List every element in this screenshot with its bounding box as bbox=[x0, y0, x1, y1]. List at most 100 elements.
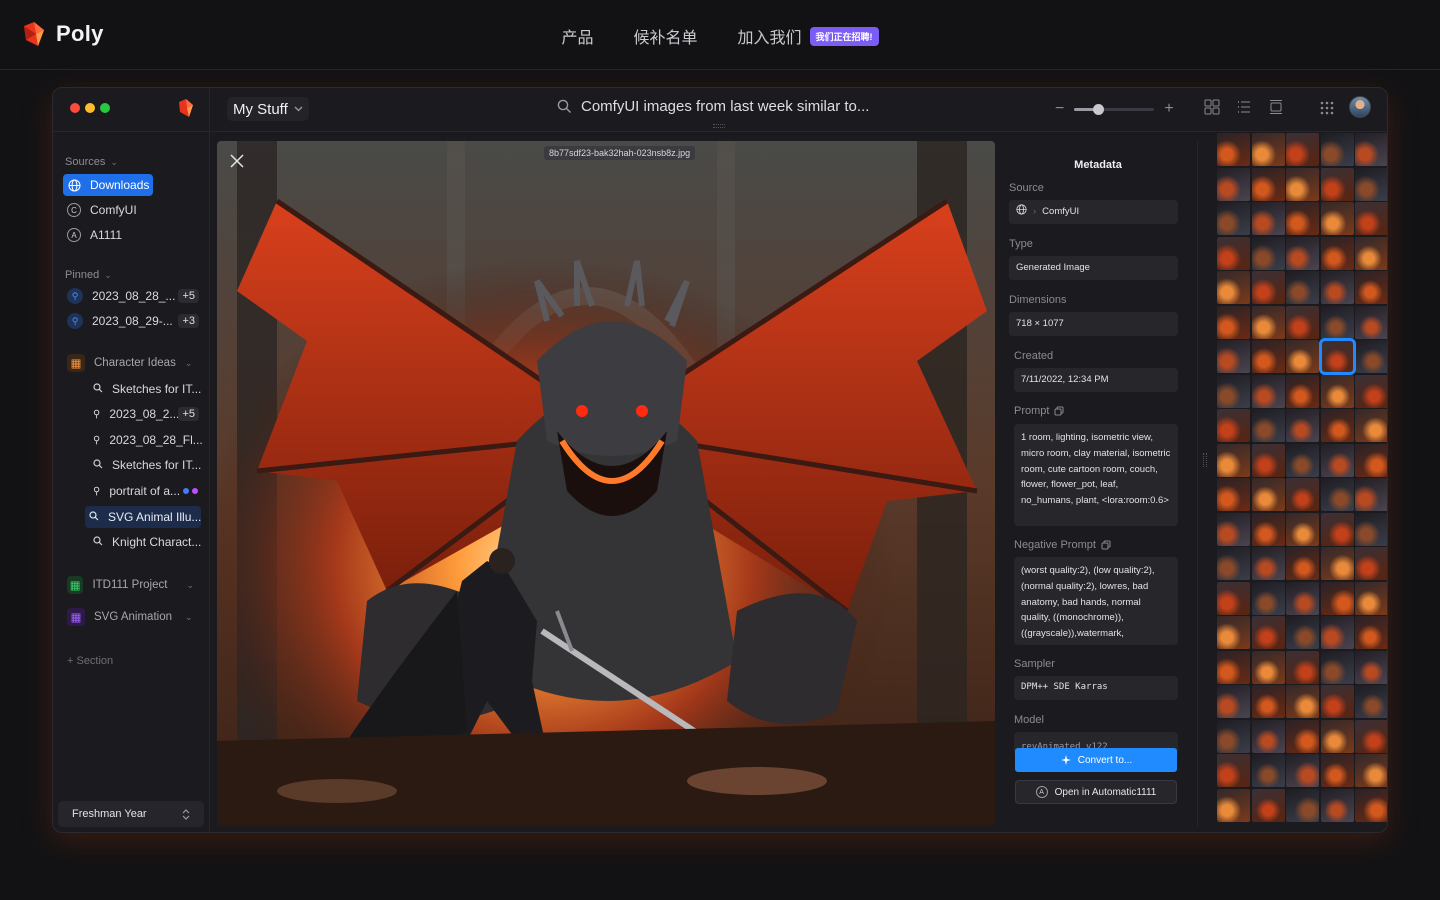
thumbnail[interactable] bbox=[1286, 374, 1319, 408]
thumbnail[interactable] bbox=[1320, 754, 1354, 787]
thumbnail[interactable] bbox=[1251, 271, 1285, 304]
thumbnail[interactable] bbox=[1217, 236, 1250, 270]
thumbnail[interactable] bbox=[1355, 512, 1387, 546]
thumbnail[interactable] bbox=[1355, 202, 1387, 235]
thumbnail[interactable] bbox=[1251, 374, 1285, 408]
thumbnail[interactable] bbox=[1355, 478, 1387, 511]
resize-handle[interactable] bbox=[1203, 453, 1207, 467]
thumbnail[interactable] bbox=[1286, 271, 1319, 304]
thumbnail[interactable] bbox=[1355, 581, 1387, 615]
thumbnail[interactable] bbox=[1286, 788, 1319, 822]
thumbnail[interactable] bbox=[1355, 616, 1387, 649]
thumbnail[interactable] bbox=[1286, 340, 1319, 373]
thumbnail[interactable] bbox=[1217, 719, 1250, 753]
list-item-pinned-2023-08-2[interactable]: ⚲ 2023_08_2... +5 bbox=[89, 403, 199, 425]
thumbnail[interactable] bbox=[1251, 409, 1285, 442]
thumbnail[interactable] bbox=[1355, 305, 1387, 339]
thumbnail[interactable] bbox=[1355, 409, 1387, 442]
group-svg-animation[interactable]: ▦ SVG Animation ⌄ bbox=[63, 606, 198, 628]
semester-select[interactable]: Freshman Year bbox=[58, 801, 204, 827]
thumbnail[interactable] bbox=[1286, 443, 1319, 477]
thumbnail[interactable] bbox=[1286, 650, 1319, 684]
thumbnail[interactable] bbox=[1286, 685, 1319, 718]
zoom-out-button[interactable]: − bbox=[1055, 100, 1064, 118]
thumbnail[interactable] bbox=[1320, 616, 1354, 649]
thumbnail[interactable] bbox=[1355, 133, 1387, 166]
thumbnail[interactable] bbox=[1320, 788, 1354, 822]
thumbnail[interactable] bbox=[1355, 271, 1387, 304]
thumbnail[interactable] bbox=[1286, 512, 1319, 546]
thumbnail[interactable] bbox=[1286, 167, 1319, 201]
thumbnail[interactable] bbox=[1355, 236, 1387, 270]
drag-handle[interactable] bbox=[713, 124, 725, 128]
thumbnail[interactable] bbox=[1320, 443, 1354, 477]
thumbnail[interactable] bbox=[1217, 650, 1250, 684]
maximize-window-button[interactable] bbox=[100, 103, 110, 113]
thumbnail[interactable] bbox=[1251, 478, 1285, 511]
thumbnail[interactable] bbox=[1286, 547, 1319, 580]
open-in-automatic1111-button[interactable]: A Open in Automatic1111 bbox=[1015, 780, 1177, 804]
thumbnail[interactable] bbox=[1320, 167, 1354, 201]
thumbnail[interactable] bbox=[1286, 305, 1319, 339]
thumbnail[interactable] bbox=[1320, 547, 1354, 580]
thumbnail[interactable] bbox=[1251, 547, 1285, 580]
thumbnail[interactable] bbox=[1320, 685, 1354, 718]
thumbnail[interactable] bbox=[1286, 478, 1319, 511]
thumbnail[interactable] bbox=[1217, 754, 1250, 787]
thumbnail[interactable] bbox=[1251, 340, 1285, 373]
thumbnail[interactable] bbox=[1320, 374, 1354, 408]
thumbnail[interactable] bbox=[1320, 581, 1354, 615]
thumbnail[interactable] bbox=[1251, 581, 1285, 615]
thumbnail[interactable] bbox=[1251, 202, 1285, 235]
thumbnail[interactable] bbox=[1251, 719, 1285, 753]
list-item-sketches-2[interactable]: Sketches for IT... bbox=[89, 454, 205, 476]
thumbnail[interactable] bbox=[1286, 133, 1319, 166]
thumbnail[interactable] bbox=[1320, 202, 1354, 235]
thumbnail[interactable] bbox=[1320, 409, 1354, 442]
thumbnail[interactable] bbox=[1217, 271, 1250, 304]
convert-button[interactable]: Convert to... bbox=[1015, 748, 1177, 772]
search-bar[interactable]: ComfyUI images from last week similar to… bbox=[557, 98, 869, 115]
image-viewer[interactable]: 8b77sdf23-bak32hah-023nsb8z.jpg bbox=[217, 141, 995, 826]
thumbnail[interactable] bbox=[1286, 719, 1319, 753]
thumbnail[interactable] bbox=[1355, 719, 1387, 753]
nav-join-us[interactable]: 加入我们 我们正在招聘! bbox=[738, 24, 879, 48]
thumbnail[interactable] bbox=[1251, 236, 1285, 270]
thumbnail[interactable] bbox=[1251, 512, 1285, 546]
thumbnail[interactable] bbox=[1320, 271, 1354, 304]
add-section-button[interactable]: + Section bbox=[63, 650, 117, 672]
nav-waitlist[interactable]: 候补名单 bbox=[633, 24, 697, 48]
thumbnail[interactable] bbox=[1251, 788, 1285, 822]
thumbnail[interactable] bbox=[1217, 202, 1250, 235]
minimize-window-button[interactable] bbox=[85, 103, 95, 113]
thumbnail[interactable] bbox=[1286, 581, 1319, 615]
thumbnail[interactable] bbox=[1251, 443, 1285, 477]
thumbnail[interactable] bbox=[1251, 650, 1285, 684]
thumbnail[interactable] bbox=[1251, 685, 1285, 718]
thumbnail[interactable] bbox=[1320, 650, 1354, 684]
group-itd111-project[interactable]: ▦ ITD111 Project ⌄ bbox=[63, 574, 198, 596]
thumbnail[interactable] bbox=[1286, 236, 1319, 270]
thumbnail[interactable] bbox=[1217, 409, 1250, 442]
pinned-section-header[interactable]: Pinned ⌄ bbox=[65, 269, 112, 281]
thumbnail[interactable] bbox=[1320, 305, 1354, 339]
thumbnail[interactable] bbox=[1355, 788, 1387, 822]
thumbnail[interactable] bbox=[1217, 478, 1250, 511]
copy-icon[interactable] bbox=[1054, 406, 1064, 416]
list-item-sketches-1[interactable]: Sketches for IT... bbox=[89, 378, 205, 400]
thumbnail[interactable] bbox=[1251, 167, 1285, 201]
sidebar-item-comfyui[interactable]: C ComfyUI bbox=[63, 199, 141, 221]
thumbnail[interactable] bbox=[1320, 719, 1354, 753]
thumbnail[interactable] bbox=[1286, 754, 1319, 787]
workspace-select[interactable]: My Stuff bbox=[227, 97, 309, 121]
sidebar-item-a1111[interactable]: A A1111 bbox=[63, 224, 126, 246]
thumbnail[interactable] bbox=[1355, 167, 1387, 201]
apps-menu-icon[interactable] bbox=[1319, 100, 1335, 116]
thumbnail[interactable] bbox=[1217, 305, 1250, 339]
group-character-ideas[interactable]: ▦ Character Ideas ⌄ bbox=[63, 352, 198, 374]
thumbnail[interactable] bbox=[1251, 754, 1285, 787]
list-item-portrait[interactable]: ⚲ portrait of a... bbox=[89, 480, 202, 502]
thumbnail[interactable] bbox=[1355, 374, 1387, 408]
thumbnail[interactable] bbox=[1251, 133, 1285, 166]
list-item-pinned-2023-08-28-fl[interactable]: ⚲ 2023_08_28_Fl... bbox=[89, 429, 207, 451]
